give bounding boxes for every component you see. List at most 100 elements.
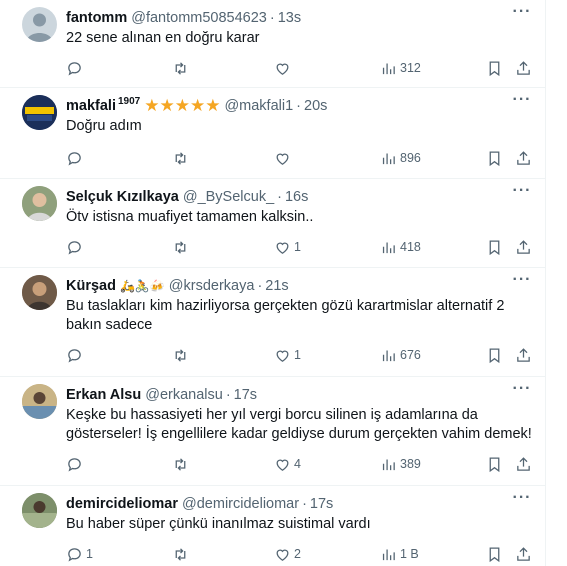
views-button[interactable]: 896 [380,148,421,168]
reply-button[interactable] [66,454,86,474]
display-name[interactable]: demircideliomar [66,494,178,514]
retweet-button[interactable] [172,148,189,168]
tweet-text: Ötv istisna muafiyet tamamen kalksin.. [66,209,314,225]
like-count: 1 [294,348,301,362]
avatar[interactable] [22,493,57,528]
name-emoji: 🛵🚴🍻 [119,279,165,293]
share-button[interactable] [515,345,532,365]
bookmark-button[interactable] [486,58,503,78]
reply-icon [68,348,81,362]
bookmark-icon [489,60,500,76]
timestamp[interactable]: 17s [234,385,257,405]
like-button[interactable]: 2 [274,544,301,564]
views-button[interactable]: 389 [380,454,421,474]
share-icon [517,60,530,75]
name-superscript: 1907 [117,96,141,107]
views-chart-icon [382,549,395,560]
bookmark-button[interactable] [486,454,503,474]
like-button[interactable] [274,58,294,78]
bookmark-button[interactable] [486,237,503,257]
display-name[interactable]: Selçuk Kızılkaya [66,187,179,207]
user-handle[interactable]: @erkanalsu [145,385,223,405]
user-handle[interactable]: @fantomm50854623 [131,8,267,28]
display-name[interactable]: Erkan Alsu [66,385,141,405]
tweet[interactable]: demircideliomar @demircideliomar · 17s ·… [0,486,546,566]
views-button[interactable]: 1 B [380,544,419,564]
tweet[interactable]: Erkan Alsu @erkanalsu · 17s ··· Keşke bu… [0,377,546,486]
share-button[interactable] [515,237,532,257]
tweet[interactable]: makfali 1907 ★★★★★ @makfali1 · 20s ··· D… [0,88,546,179]
reply-button[interactable] [66,58,86,78]
reply-count: 1 [86,547,93,561]
avatar[interactable] [22,384,57,419]
more-options-icon[interactable]: ··· [512,4,532,25]
like-button[interactable]: 4 [274,454,301,474]
views-button[interactable]: 418 [380,237,421,257]
avatar[interactable] [22,275,57,310]
tweet[interactable]: Selçuk Kızılkaya @_BySelcuk_ · 16s ··· Ö… [0,179,546,268]
bookmark-button[interactable] [486,345,503,365]
timestamp[interactable]: 21s [265,276,288,296]
tweet-text: Doğru adım [66,118,142,134]
share-icon [517,347,530,362]
tweet-header: demircideliomar @demircideliomar · 17s [66,494,506,514]
reply-button[interactable] [66,237,86,257]
reply-button[interactable]: 1 [66,544,93,564]
retweet-button[interactable] [172,237,189,257]
tweet[interactable]: Kürşad 🛵🚴🍻 @krsderkaya · 21s ··· Bu tasl… [0,268,546,377]
timestamp[interactable]: 16s [285,187,308,207]
reply-icon [68,61,81,75]
view-count: 1 B [400,547,419,561]
share-button[interactable] [515,58,532,78]
more-options-icon[interactable]: ··· [512,272,532,293]
separator-dot: · [277,189,282,205]
views-chart-icon [382,153,395,164]
tweet-text: Bu taslakları kim hazirliyorsa gerçekten… [66,298,505,333]
reply-button[interactable] [66,148,86,168]
timestamp[interactable]: 17s [310,494,333,514]
bookmark-button[interactable] [486,148,503,168]
user-handle[interactable]: @makfali1 [224,96,293,116]
views-button[interactable]: 312 [380,58,421,78]
like-count: 1 [294,240,301,254]
retweet-icon [175,457,186,471]
bookmark-button[interactable] [486,544,503,564]
view-count: 418 [400,240,421,254]
retweet-button[interactable] [172,58,189,78]
share-button[interactable] [515,544,532,564]
tweet[interactable]: fantomm @fantomm50854623 · 13s ··· 22 se… [0,0,546,88]
share-button[interactable] [515,454,532,474]
timestamp[interactable]: 20s [304,96,327,116]
like-button[interactable] [274,148,294,168]
avatar[interactable] [22,7,57,42]
user-handle[interactable]: @demircideliomar [182,494,299,514]
more-options-icon[interactable]: ··· [512,490,532,511]
retweet-button[interactable] [172,454,189,474]
avatar[interactable] [22,95,57,130]
avatar[interactable] [22,186,57,221]
reply-icon [68,457,81,471]
retweet-button[interactable] [172,544,189,564]
tweet-actions: 4 389 [66,454,532,474]
display-name[interactable]: fantomm [66,8,127,28]
share-button[interactable] [515,148,532,168]
user-handle[interactable]: @krsderkaya [169,276,255,296]
heart-icon [276,242,289,254]
like-button[interactable]: 1 [274,237,301,257]
separator-dot: · [269,10,275,26]
more-options-icon[interactable]: ··· [512,381,532,402]
display-name[interactable]: Kürşad [66,276,116,296]
reply-button[interactable] [66,345,86,365]
timestamp[interactable]: 13s [278,8,301,28]
retweet-button[interactable] [172,345,189,365]
user-handle[interactable]: @_BySelcuk_ [183,187,274,207]
heart-icon [276,549,289,561]
more-options-icon[interactable]: ··· [512,183,532,204]
tweet-text: Bu haber süper çünkü inanılmaz suistimal… [66,516,371,532]
display-name[interactable]: makfali [66,96,116,116]
views-button[interactable]: 676 [380,345,421,365]
like-button[interactable]: 1 [274,345,301,365]
more-options-icon[interactable]: ··· [512,92,532,113]
bookmark-icon [489,347,500,363]
separator-dot: · [225,387,231,403]
